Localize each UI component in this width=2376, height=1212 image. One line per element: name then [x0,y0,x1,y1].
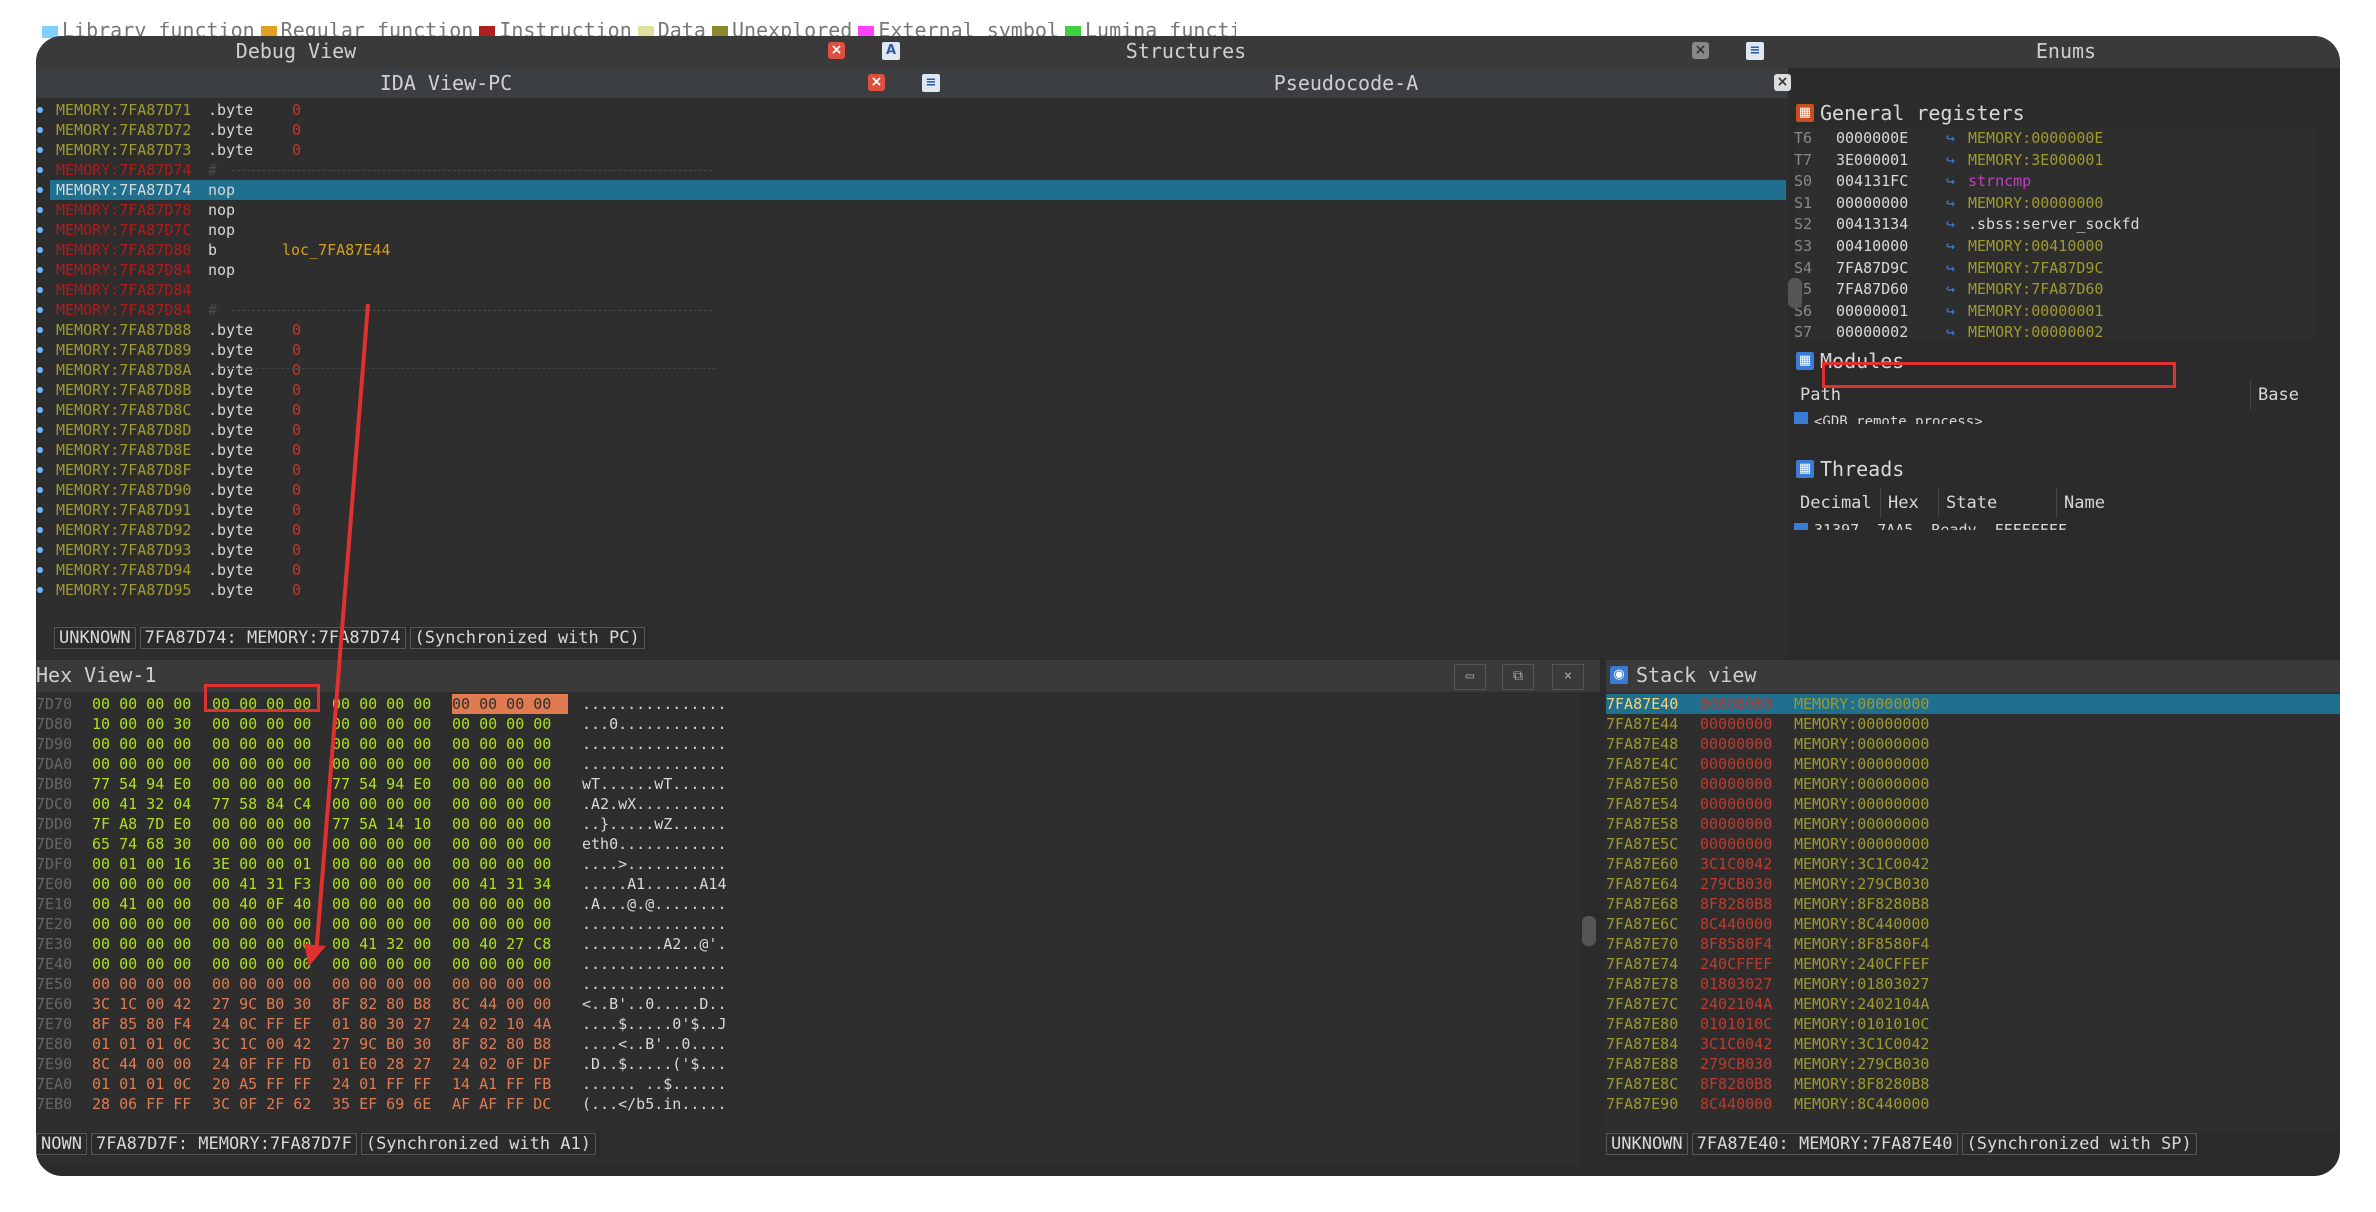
ida-window: Debug View × A Structures × ≡ Enums IDA … [36,36,2340,1176]
annotation-arrow [304,303,370,966]
